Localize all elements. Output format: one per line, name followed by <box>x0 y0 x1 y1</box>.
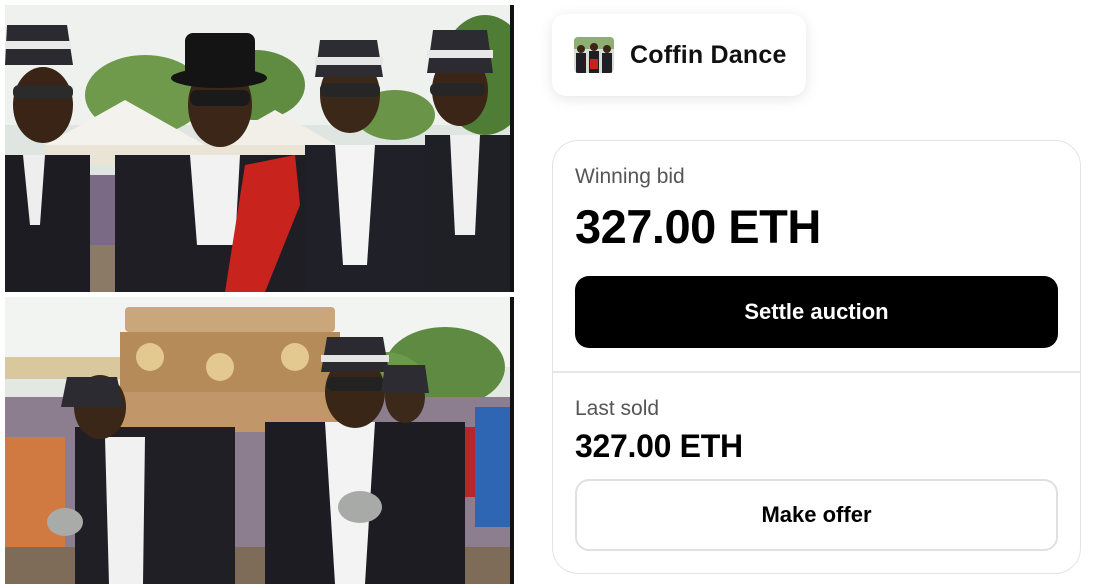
section-divider <box>553 371 1080 373</box>
winning-bid-value: 327.00 ETH <box>575 200 821 253</box>
collection-header[interactable]: Coffin Dance <box>552 14 806 96</box>
last-sold-value: 327.00 ETH <box>575 428 743 464</box>
collection-title: Coffin Dance <box>630 40 787 69</box>
pallbearers-carrying-coffin-photo <box>5 297 514 584</box>
page-root: Coffin Dance Winning bid 327.00 ETH Sett… <box>0 0 1120 588</box>
make-offer-button[interactable]: Make offer <box>575 479 1058 551</box>
settle-auction-button[interactable]: Settle auction <box>575 276 1058 348</box>
last-sold-label: Last sold <box>575 397 660 420</box>
winning-bid-section: Winning bid 327.00 ETH <box>575 165 1058 255</box>
last-sold-section: Last sold 327.00 ETH <box>575 397 1058 465</box>
pallbearers-thumbnail-icon <box>574 37 614 73</box>
auction-card: Winning bid 327.00 ETH Settle auction La… <box>552 140 1081 574</box>
pallbearers-standing-photo <box>5 5 514 292</box>
winning-bid-label: Winning bid <box>575 165 685 188</box>
